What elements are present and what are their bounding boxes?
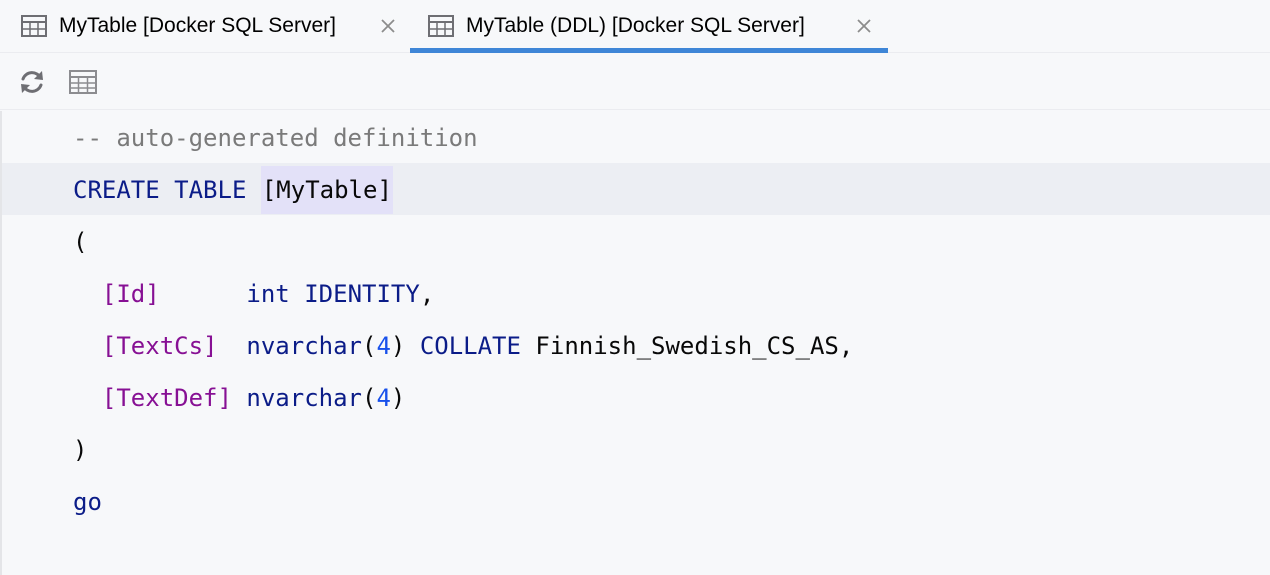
keyword-identity: IDENTITY [304, 280, 420, 308]
table-icon [428, 15, 454, 37]
code-line-go: go [2, 475, 1270, 527]
code-text: [TextCs] nvarchar(4) COLLATE Finnish_Swe… [73, 331, 853, 361]
table-icon [21, 15, 47, 37]
tab-label: MyTable (DDL) [Docker SQL Server] [466, 14, 805, 37]
keyword-collate: COLLATE [419, 332, 521, 360]
column-name-textdef[interactable]: [TextDef] [102, 384, 232, 412]
code-comment: -- auto-generated definition [73, 124, 478, 152]
code-line-column-id: [Id] int IDENTITY, [2, 267, 1270, 319]
comma: , [838, 332, 854, 360]
editor-tab-bar: MyTable [Docker SQL Server] MyTable (DDL… [0, 0, 1270, 53]
keyword-create: CREATE [73, 176, 160, 204]
code-line-close-paren: ) [2, 423, 1270, 475]
ddl-toolbar [0, 53, 1270, 110]
column-name-id[interactable]: [Id] [102, 280, 160, 308]
paren: ( [362, 332, 377, 360]
code-line-open-paren: ( [2, 215, 1270, 267]
ddl-code-editor[interactable]: -- auto-generated definition CREATE TABL… [0, 111, 1270, 575]
tab-mytable-ddl[interactable]: MyTable (DDL) [Docker SQL Server] [410, 0, 888, 53]
code-text: [TextDef] nvarchar(4) [73, 383, 405, 413]
paren: ) [390, 332, 406, 360]
type-nvarchar: nvarchar [246, 332, 362, 360]
tab-label: MyTable [Docker SQL Server] [59, 14, 336, 37]
column-name-textcs[interactable]: [TextCs] [102, 332, 218, 360]
code-text: CREATE TABLE [MyTable] [73, 166, 393, 214]
code-text: [Id] int IDENTITY, [73, 279, 434, 309]
collation-name: Finnish_Swedish_CS_AS [535, 332, 839, 360]
code-line-column-textcs: [TextCs] nvarchar(4) COLLATE Finnish_Swe… [2, 319, 1270, 371]
length-number: 4 [376, 332, 391, 360]
code-line-column-textdef: [TextDef] nvarchar(4) [2, 371, 1270, 423]
length-number: 4 [376, 384, 391, 412]
keyword-go: go [73, 488, 102, 516]
type-nvarchar: nvarchar [246, 384, 362, 412]
refresh-icon[interactable] [17, 67, 47, 97]
paren: ) [390, 384, 406, 412]
open-paren: ( [73, 228, 88, 256]
table-icon[interactable] [68, 67, 98, 97]
comma: , [419, 280, 435, 308]
code-line-comment: -- auto-generated definition [2, 111, 1270, 163]
close-icon[interactable] [854, 16, 874, 36]
keyword-table: TABLE [174, 176, 247, 204]
tab-mytable-data[interactable]: MyTable [Docker SQL Server] [0, 0, 408, 52]
close-icon[interactable] [378, 16, 398, 36]
code-line-create-table: CREATE TABLE [MyTable] [2, 163, 1270, 215]
close-paren: ) [73, 436, 88, 464]
type-int: int [246, 280, 290, 308]
paren: ( [362, 384, 377, 412]
table-name-identifier[interactable]: [MyTable] [260, 166, 393, 214]
